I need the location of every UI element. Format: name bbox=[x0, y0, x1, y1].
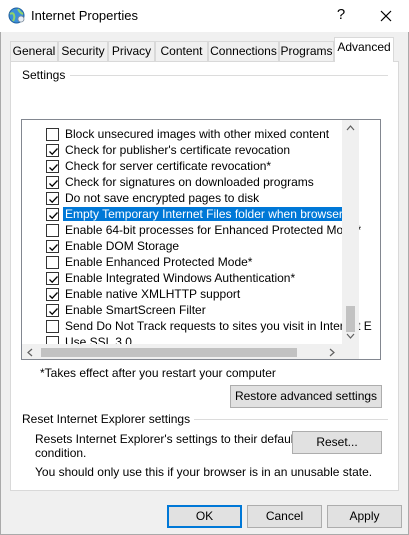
reset-description-cont: condition. bbox=[35, 446, 87, 460]
scroll-corner bbox=[342, 344, 359, 359]
tab-security[interactable]: Security bbox=[58, 41, 108, 61]
setting-label: Enable Integrated Windows Authentication… bbox=[65, 271, 296, 285]
tab-content[interactable]: Content bbox=[155, 41, 208, 61]
setting-checkbox[interactable] bbox=[46, 240, 59, 253]
settings-list-item[interactable]: Check for publisher's certificate revoca… bbox=[22, 142, 341, 158]
checkmark-icon bbox=[49, 212, 58, 220]
settings-list-item[interactable]: Enable native XMLHTTP support bbox=[22, 286, 341, 302]
restore-advanced-settings-button[interactable]: Restore advanced settings bbox=[230, 385, 382, 408]
setting-checkbox[interactable] bbox=[46, 320, 59, 333]
settings-list-item[interactable]: Do not save encrypted pages to disk bbox=[22, 190, 341, 206]
advanced-tab-panel: Settings Block unsecured images with oth… bbox=[10, 61, 399, 491]
window-title: Internet Properties bbox=[31, 8, 138, 23]
setting-label: Enable SmartScreen Filter bbox=[65, 303, 206, 317]
tab-advanced[interactable]: Advanced bbox=[334, 37, 394, 62]
settings-list-item[interactable]: Enable 64-bit processes for Enhanced Pro… bbox=[22, 222, 361, 238]
checkmark-icon bbox=[49, 292, 58, 300]
setting-checkbox[interactable] bbox=[46, 304, 59, 317]
checkmark-icon bbox=[49, 308, 58, 316]
internet-globe-icon bbox=[8, 7, 25, 24]
reset-note: You should only use this if your browser… bbox=[35, 465, 373, 479]
settings-group-line bbox=[70, 75, 388, 76]
close-icon bbox=[380, 10, 392, 22]
settings-list-item[interactable]: Enable DOM Storage bbox=[22, 238, 341, 254]
setting-checkbox[interactable] bbox=[46, 288, 59, 301]
settings-list[interactable]: Block unsecured images with other mixed … bbox=[21, 119, 381, 360]
settings-list-item[interactable]: Check for server certificate revocation* bbox=[22, 158, 341, 174]
setting-label: Enable 64-bit processes for Enhanced Pro… bbox=[65, 223, 362, 237]
settings-list-item[interactable]: Enable Enhanced Protected Mode* bbox=[22, 254, 341, 270]
vertical-scroll-thumb bbox=[346, 306, 355, 332]
settings-list-item[interactable]: Empty Temporary Internet Files folder wh… bbox=[22, 206, 342, 222]
title-bar: Internet Properties ? bbox=[0, 0, 409, 32]
checkmark-icon bbox=[49, 180, 58, 188]
setting-label: Enable Enhanced Protected Mode* bbox=[65, 255, 253, 269]
setting-label: Enable DOM Storage bbox=[65, 239, 180, 253]
scroll-left-arrow-icon bbox=[27, 348, 33, 357]
scroll-down-arrow-icon bbox=[346, 333, 355, 339]
checkmark-icon bbox=[49, 164, 58, 172]
scroll-up-arrow-icon bbox=[346, 125, 355, 131]
settings-list-item[interactable]: Enable SmartScreen Filter bbox=[22, 302, 341, 318]
close-button[interactable] bbox=[374, 5, 398, 27]
setting-checkbox[interactable] bbox=[46, 256, 59, 269]
settings-group-label: Settings bbox=[22, 68, 69, 82]
ok-button[interactable]: OK bbox=[167, 505, 242, 528]
setting-label: Enable native XMLHTTP support bbox=[65, 287, 241, 301]
setting-checkbox[interactable] bbox=[46, 272, 59, 285]
setting-checkbox[interactable] bbox=[46, 160, 59, 173]
settings-list-item[interactable]: Check for signatures on downloaded progr… bbox=[22, 174, 341, 190]
reset-group-line bbox=[194, 419, 388, 420]
tab-connections[interactable]: Connections bbox=[208, 41, 279, 61]
setting-label: Do not save encrypted pages to disk bbox=[65, 191, 260, 205]
setting-label: Check for publisher's certificate revoca… bbox=[65, 143, 291, 157]
tab-general[interactable]: General bbox=[10, 41, 58, 61]
reset-button[interactable]: Reset... bbox=[292, 431, 382, 454]
reset-description: Resets Internet Explorer's settings to t… bbox=[35, 432, 297, 446]
setting-checkbox[interactable] bbox=[46, 192, 59, 205]
checkmark-icon bbox=[49, 276, 58, 284]
setting-label: Send Do Not Track requests to sites you … bbox=[65, 319, 372, 333]
checkmark-icon bbox=[49, 244, 58, 252]
dialog-body: General Security Privacy Content Connect… bbox=[0, 32, 409, 535]
tab-privacy[interactable]: Privacy bbox=[108, 41, 155, 61]
scroll-right-arrow-icon bbox=[329, 348, 335, 357]
setting-label: Check for signatures on downloaded progr… bbox=[65, 175, 314, 189]
vertical-scrollbar[interactable] bbox=[342, 120, 359, 344]
setting-checkbox[interactable] bbox=[46, 208, 59, 221]
settings-list-item[interactable]: Enable Integrated Windows Authentication… bbox=[22, 270, 341, 286]
setting-checkbox[interactable] bbox=[46, 176, 59, 189]
cancel-button[interactable]: Cancel bbox=[247, 505, 322, 528]
settings-list-item[interactable]: Block unsecured images with other mixed … bbox=[22, 126, 341, 142]
tab-programs[interactable]: Programs bbox=[279, 41, 334, 61]
setting-label: Check for server certificate revocation* bbox=[65, 159, 272, 173]
settings-list-item[interactable]: Send Do Not Track requests to sites you … bbox=[22, 318, 372, 334]
setting-label: Block unsecured images with other mixed … bbox=[65, 127, 330, 141]
horizontal-scrollbar[interactable] bbox=[22, 344, 342, 359]
restart-footnote: *Takes effect after you restart your com… bbox=[40, 366, 276, 380]
reset-group-label: Reset Internet Explorer settings bbox=[22, 412, 194, 426]
checkmark-icon bbox=[49, 148, 58, 156]
horizontal-scroll-thumb bbox=[41, 348, 297, 357]
apply-button[interactable]: Apply bbox=[327, 505, 402, 528]
setting-checkbox[interactable] bbox=[46, 144, 59, 157]
setting-checkbox[interactable] bbox=[46, 128, 59, 141]
checkmark-icon bbox=[49, 196, 58, 204]
setting-label: Empty Temporary Internet Files folder wh… bbox=[63, 207, 342, 221]
setting-checkbox[interactable] bbox=[46, 224, 59, 237]
help-button[interactable]: ? bbox=[331, 6, 351, 23]
